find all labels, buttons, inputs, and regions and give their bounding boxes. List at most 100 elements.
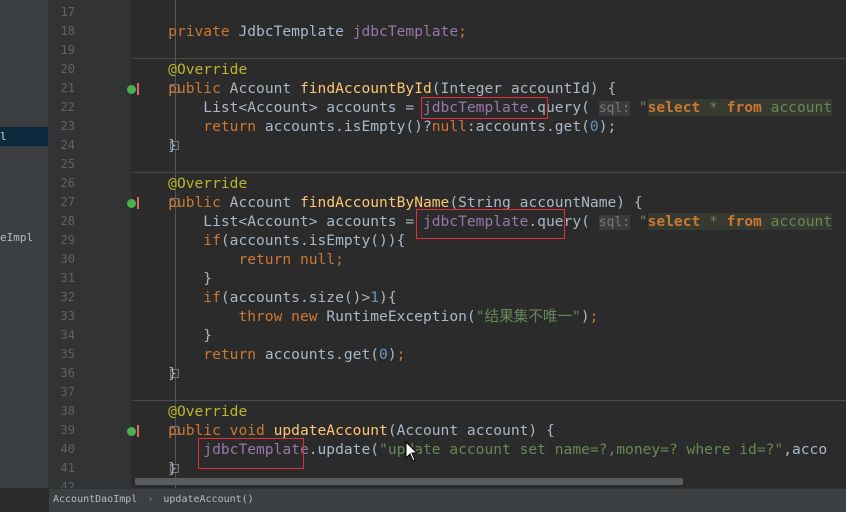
- highlight-box: [416, 209, 565, 239]
- line-number: 23: [60, 119, 75, 133]
- breadcrumb-separator: ›: [147, 494, 154, 505]
- code-token: account: [761, 213, 833, 230]
- code-line[interactable]: return accounts.get(0);: [133, 345, 405, 364]
- code-token: from: [726, 99, 762, 116]
- breadcrumb-class[interactable]: AccountDaoImpl: [53, 494, 137, 505]
- code-line[interactable]: @Override: [133, 174, 247, 193]
- breadcrumb-method[interactable]: updateAccount(): [163, 494, 253, 505]
- code-token: );: [598, 118, 626, 135]
- line-number: 21: [60, 81, 75, 95]
- code-line[interactable]: }: [133, 136, 177, 155]
- code-token: throw new: [238, 308, 327, 325]
- code-token: List<Account> accounts =: [133, 213, 423, 230]
- code-token: "update account set name=?,money=? where…: [379, 441, 784, 458]
- code-token: List<Account> accounts =: [133, 99, 423, 116]
- code-line[interactable]: public void updateAccount(Account accoun…: [133, 421, 555, 440]
- line-number: 35: [60, 347, 75, 361]
- code-token: (accounts.size()>: [220, 289, 371, 306]
- code-token: }: [133, 365, 177, 382]
- line-number: 32: [60, 290, 75, 304]
- line-number: 33: [60, 309, 75, 323]
- code-token: @Override: [168, 175, 248, 192]
- code-token: ): [387, 346, 397, 363]
- horizontal-scrollbar[interactable]: [135, 478, 683, 485]
- line-number: 17: [60, 5, 75, 19]
- line-number: 28: [60, 214, 75, 228]
- code-line[interactable]: public Account findAccountByName(String …: [133, 193, 642, 212]
- code-token: RuntimeException(: [326, 308, 476, 325]
- line-number: 30: [60, 252, 75, 266]
- code-token: *: [700, 99, 727, 116]
- code-editor[interactable]: private JdbcTemplate jdbcTemplate; @Over…: [133, 0, 846, 480]
- code-line[interactable]: public Account findAccountById(Integer a…: [133, 79, 616, 98]
- code-line[interactable]: return accounts.isEmpty()?null:accounts.…: [133, 117, 625, 136]
- code-token: public: [168, 80, 230, 97]
- code-token: private: [168, 23, 239, 40]
- code-token: ;: [589, 308, 599, 325]
- code-token: if: [203, 232, 221, 249]
- line-number: 34: [60, 328, 75, 342]
- mouse-cursor-icon: [405, 441, 419, 462]
- code-token: (Integer accountId) {: [431, 80, 617, 97]
- code-line[interactable]: }: [133, 326, 212, 345]
- code-line[interactable]: @Override: [133, 60, 247, 79]
- highlight-box: [198, 438, 304, 469]
- line-number: 29: [60, 233, 75, 247]
- code-token: account: [761, 99, 833, 116]
- code-token: }: [133, 327, 213, 344]
- code-token: select: [647, 213, 701, 230]
- code-token: ): [580, 308, 590, 325]
- code-token: sql:: [598, 101, 630, 116]
- code-token: :accounts.get(: [466, 118, 590, 135]
- code-token: ;: [458, 23, 467, 40]
- code-line[interactable]: }: [133, 269, 212, 288]
- code-line[interactable]: if(accounts.size()>1){: [133, 288, 396, 307]
- code-token: public void: [168, 422, 274, 439]
- code-token: ": [630, 99, 648, 116]
- code-line[interactable]: private JdbcTemplate jdbcTemplate;: [133, 22, 467, 41]
- code-line[interactable]: @Override: [133, 402, 247, 421]
- code-line[interactable]: throw new RuntimeException("结果集不唯一");: [133, 307, 598, 326]
- code-token: ,acco: [783, 441, 828, 458]
- code-token: @Override: [168, 61, 248, 78]
- code-token: sql:: [598, 215, 630, 230]
- code-token: select: [647, 99, 701, 116]
- line-number: 31: [60, 271, 75, 285]
- method-separator: [133, 400, 846, 401]
- code-line[interactable]: }: [133, 364, 177, 383]
- line-number: 25: [60, 157, 75, 171]
- code-line[interactable]: return null;: [133, 250, 343, 269]
- line-number: 19: [60, 43, 75, 57]
- code-token: .update(: [308, 441, 380, 458]
- project-tree-item[interactable]: eImpl: [0, 228, 48, 247]
- code-token: @Override: [168, 403, 248, 420]
- line-number: 36: [60, 366, 75, 380]
- line-number: 27: [60, 195, 75, 209]
- line-number: 37: [60, 385, 75, 399]
- code-token: Account: [229, 194, 300, 211]
- line-number: 20: [60, 62, 75, 76]
- code-token: return: [203, 346, 265, 363]
- code-line[interactable]: if(accounts.isEmpty()){: [133, 231, 405, 250]
- line-number: 39: [60, 423, 75, 437]
- breadcrumb-bar: AccountDaoImpl › updateAccount(): [49, 488, 846, 512]
- code-token: if: [203, 289, 221, 306]
- code-token: ;: [396, 346, 406, 363]
- method-separator: [133, 58, 846, 59]
- line-number: 24: [60, 138, 75, 152]
- code-line[interactable]: }: [133, 459, 177, 478]
- code-token: updateAccount: [273, 422, 388, 439]
- project-tree-item-selected[interactable]: l: [0, 127, 48, 146]
- method-separator: [133, 172, 846, 173]
- code-token: (accounts.isEmpty()){: [220, 232, 406, 249]
